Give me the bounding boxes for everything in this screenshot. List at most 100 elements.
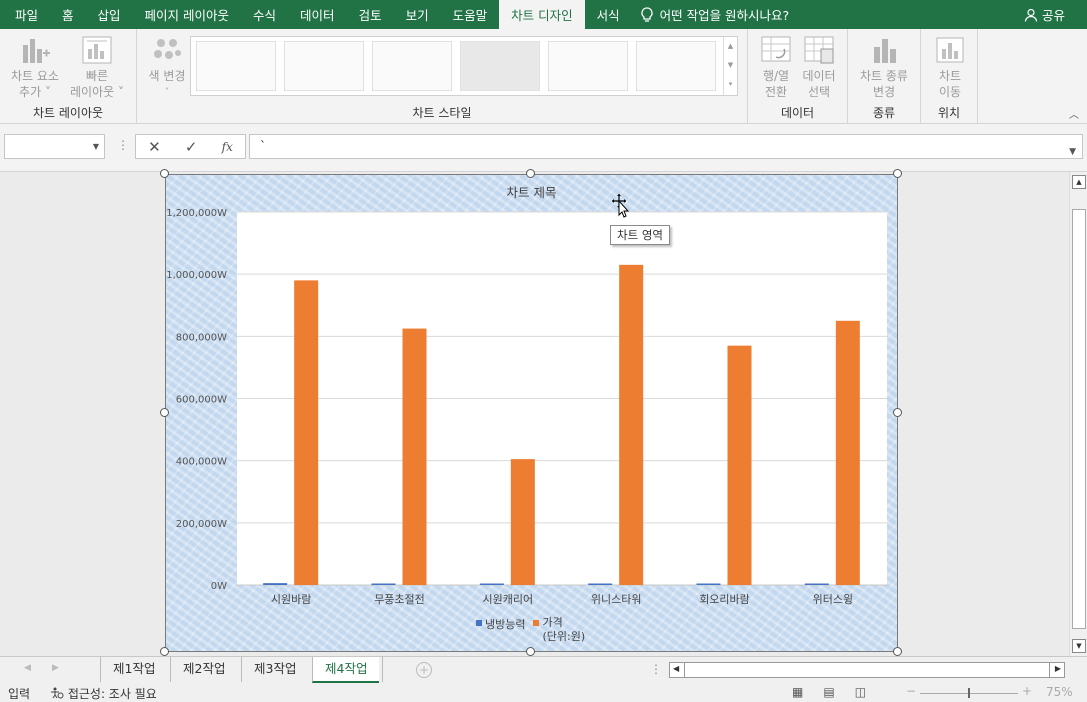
share-button[interactable]: 공유 bbox=[1024, 0, 1065, 29]
split-handle-icon[interactable]: ⋮ bbox=[650, 662, 662, 676]
chart-style-5[interactable] bbox=[548, 41, 628, 91]
prev-sheet-icon[interactable]: ◀ bbox=[24, 663, 31, 673]
scroll-up-icon[interactable]: ▲ bbox=[1072, 175, 1086, 189]
formula-buttons: ✕ ✓ fx bbox=[135, 134, 246, 159]
tab-format[interactable]: 서식 bbox=[585, 0, 632, 29]
move-chart-button[interactable]: 차트 이동 bbox=[929, 35, 971, 100]
group-type: 차트 종류 변경 종류 bbox=[848, 29, 921, 124]
chart-legend[interactable]: 냉방능력 가격 (단위:원) bbox=[476, 616, 585, 644]
sheet-tab-2[interactable]: 제2작업 bbox=[170, 657, 237, 682]
tab-home[interactable]: 홈 bbox=[50, 0, 86, 29]
y-tick-label: 600,000W bbox=[176, 395, 227, 406]
legend-item-series-1: 냉방능력 bbox=[476, 616, 525, 644]
resize-handle-l[interactable] bbox=[160, 408, 169, 417]
switch-row-column-button[interactable]: 행/열 전환 bbox=[756, 35, 796, 100]
tab-view[interactable]: 보기 bbox=[394, 0, 441, 29]
insert-function-icon[interactable]: fx bbox=[222, 140, 233, 154]
zoom-level[interactable]: 75% bbox=[1046, 685, 1073, 699]
tab-file[interactable]: 파일 bbox=[0, 0, 50, 29]
bar-series-1 bbox=[588, 583, 613, 585]
sheet-tab-3[interactable]: 제3작업 bbox=[241, 657, 308, 682]
next-sheet-icon[interactable]: ▶ bbox=[52, 663, 59, 673]
page-break-view-icon[interactable]: ◫ bbox=[855, 685, 866, 699]
group-data: 행/열 전환 데이터 선택 데이터 bbox=[748, 29, 848, 124]
add-sheet-icon[interactable]: + bbox=[416, 662, 432, 678]
resize-handle-tl[interactable] bbox=[160, 169, 169, 178]
select-data-button[interactable]: 데이터 선택 bbox=[798, 35, 840, 100]
gallery-up-icon[interactable]: ▲ bbox=[724, 37, 737, 56]
scroll-down-icon[interactable]: ▼ bbox=[1072, 639, 1086, 653]
hscroll-thumb[interactable] bbox=[684, 663, 1050, 677]
name-box[interactable]: ▼ bbox=[4, 134, 105, 159]
resize-handle-b[interactable] bbox=[526, 647, 535, 656]
formula-input[interactable]: ` ▼ bbox=[249, 134, 1083, 159]
normal-view-icon[interactable]: ▦ bbox=[792, 685, 803, 699]
tab-formulas[interactable]: 수식 bbox=[241, 0, 288, 29]
quick-layout-icon bbox=[81, 35, 113, 65]
bar-series-1 bbox=[479, 583, 504, 585]
chart-style-1[interactable] bbox=[196, 41, 276, 91]
formula-value: ` bbox=[260, 139, 266, 153]
change-colors-button[interactable]: 색 변경 ˅ bbox=[143, 35, 191, 100]
tell-me-box[interactable]: 어떤 작업을 원하시나요? bbox=[640, 0, 789, 29]
cancel-icon[interactable]: ✕ bbox=[148, 138, 161, 156]
legend-label-series-2: 가격 (단위:원) bbox=[542, 616, 586, 643]
sheet-tab-1[interactable]: 제1작업 bbox=[100, 657, 167, 682]
resize-handle-bl[interactable] bbox=[160, 647, 169, 656]
chart-styles-gallery[interactable]: ▲ ▼ ▾ bbox=[190, 36, 738, 96]
tab-chart-design[interactable]: 차트 디자인 bbox=[499, 0, 585, 29]
add-element-icon bbox=[19, 35, 51, 65]
resize-handle-t[interactable] bbox=[526, 169, 535, 178]
tab-data[interactable]: 데이터 bbox=[288, 0, 347, 29]
tab-help[interactable]: 도움말 bbox=[441, 0, 500, 29]
status-mode: 입력 bbox=[8, 687, 31, 701]
x-tick-label: 회오리바람 bbox=[699, 593, 750, 606]
chart-style-4[interactable] bbox=[460, 41, 540, 91]
y-tick-label: 800,000W bbox=[176, 332, 227, 343]
chart-plot[interactable]: 0W 200,000W 400,000W 600,000W 800,000W 1,000,… bbox=[166, 175, 899, 653]
gallery-down-icon[interactable]: ▼ bbox=[724, 56, 737, 75]
accessibility-icon bbox=[51, 687, 64, 699]
vertical-scrollbar[interactable]: ▲ ▼ bbox=[1069, 172, 1087, 656]
accessibility-status[interactable]: 접근성: 조사 필요 bbox=[50, 685, 157, 702]
scroll-left-icon[interactable]: ◀ bbox=[673, 664, 679, 673]
gallery-more-icon[interactable]: ▾ bbox=[724, 75, 737, 94]
chevron-down-icon[interactable]: ▼ bbox=[93, 142, 99, 151]
horizontal-scrollbar[interactable]: ◀ ▶ bbox=[669, 662, 1065, 678]
zoom-slider-knob[interactable] bbox=[968, 688, 970, 698]
tab-page-layout[interactable]: 페이지 레이아웃 bbox=[133, 0, 241, 29]
chart-area[interactable]: 차트 제목 0W 200,000W 400,000W 600,000W 800,000W… bbox=[165, 174, 898, 652]
bar-series-1 bbox=[263, 583, 288, 585]
tab-insert[interactable]: 삽입 bbox=[86, 0, 133, 29]
select-data-label-2: 선택 bbox=[807, 85, 831, 99]
group-data-label: 데이터 bbox=[780, 106, 815, 120]
sheet-tab-4[interactable]: 제4작업 bbox=[312, 657, 380, 683]
expand-formula-icon[interactable]: ▼ bbox=[1069, 141, 1076, 163]
resize-handle-tr[interactable] bbox=[893, 169, 902, 178]
enter-icon[interactable]: ✓ bbox=[185, 138, 198, 156]
change-chart-type-button[interactable]: 차트 종류 변경 bbox=[854, 35, 914, 100]
group-chart-layouts: 차트 요소 추가 ˅ 빠른 레이아웃 ˅ 차트 레이아웃 bbox=[0, 29, 137, 124]
add-chart-element-button[interactable]: 차트 요소 추가 ˅ bbox=[6, 35, 64, 100]
chart-style-3[interactable] bbox=[372, 41, 452, 91]
x-tick-label: 무풍초절전 bbox=[374, 593, 425, 606]
move-chart-label-2: 이동 bbox=[938, 85, 962, 99]
ribbon-tab-bar: 파일 홈 삽입 페이지 레이아웃 수식 데이터 검토 보기 도움말 차트 디자인… bbox=[0, 0, 1087, 29]
resize-handle-br[interactable] bbox=[893, 647, 902, 656]
drag-handle-icon[interactable]: ⋮ bbox=[117, 138, 129, 152]
zoom-in-icon[interactable]: + bbox=[1022, 684, 1032, 698]
scroll-thumb[interactable] bbox=[1072, 209, 1086, 629]
page-layout-view-icon[interactable]: ▤ bbox=[823, 685, 834, 699]
add-element-label-1: 차트 요소 bbox=[11, 69, 59, 83]
chart-style-2[interactable] bbox=[284, 41, 364, 91]
quick-layout-button[interactable]: 빠른 레이아웃 ˅ bbox=[66, 35, 128, 100]
x-tick-label: 위터스윙 bbox=[813, 593, 853, 606]
chart-style-6[interactable] bbox=[636, 41, 716, 91]
legend-swatch-series-1 bbox=[476, 620, 482, 626]
collapse-ribbon-icon[interactable]: ︿ bbox=[1069, 106, 1079, 121]
resize-handle-r[interactable] bbox=[893, 408, 902, 417]
sheet-tabs-bar: ◀ ▶ 제1작업 제2작업 제3작업 제4작업 + ⋮ ◀ ▶ bbox=[0, 656, 1087, 683]
tab-review[interactable]: 검토 bbox=[347, 0, 394, 29]
zoom-out-icon[interactable]: − bbox=[906, 684, 916, 698]
scroll-right-icon[interactable]: ▶ bbox=[1055, 664, 1061, 673]
